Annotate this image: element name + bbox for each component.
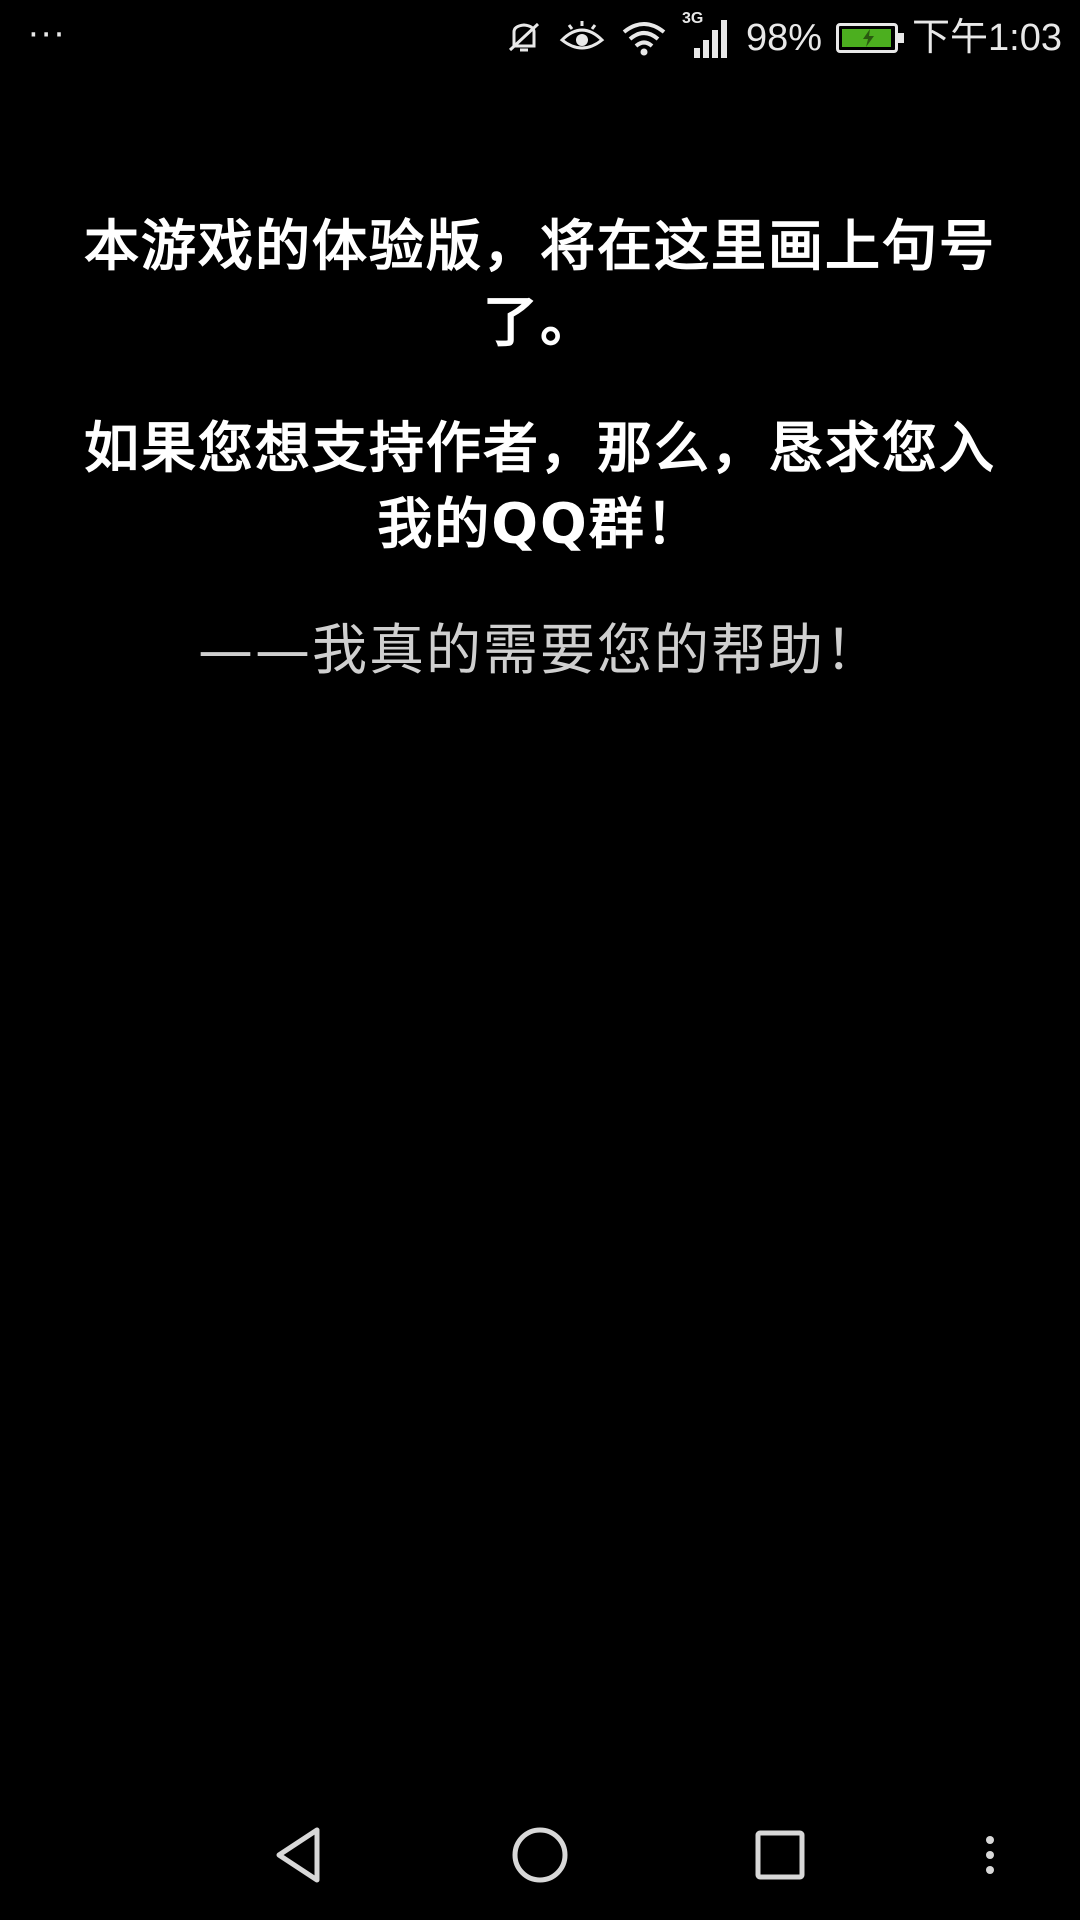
clock: 下午1:03 [912, 17, 1062, 59]
more-icon[interactable] [975, 1820, 1005, 1890]
eye-comfort-icon [558, 18, 606, 58]
notification-dots: ··· [28, 15, 67, 55]
navigation-bar [0, 1790, 1080, 1920]
wifi-icon [620, 18, 668, 58]
message-line-ending: 本游戏的体验版，将在这里画上句号了。 [83, 214, 996, 354]
status-icons: 3G 98% 下午1:03 [504, 10, 1062, 66]
recent-apps-icon[interactable] [745, 1820, 815, 1890]
message-line-plea: ——我真的需要您的帮助！ [197, 618, 882, 682]
home-icon[interactable] [505, 1820, 575, 1890]
battery-icon [836, 23, 905, 53]
battery-percent: 98% [745, 17, 823, 59]
message-line-support: 如果您想支持作者，那么，恳求您入我的QQ群！ [83, 416, 996, 556]
back-icon[interactable] [265, 1820, 335, 1890]
charging-bolt-icon [863, 29, 875, 47]
signal-icon: 3G [682, 10, 732, 60]
status-bar: ··· 3G 98% 下午1:03 [0, 0, 1080, 72]
mute-icon [504, 18, 544, 58]
network-type-label: 3G [681, 10, 704, 27]
